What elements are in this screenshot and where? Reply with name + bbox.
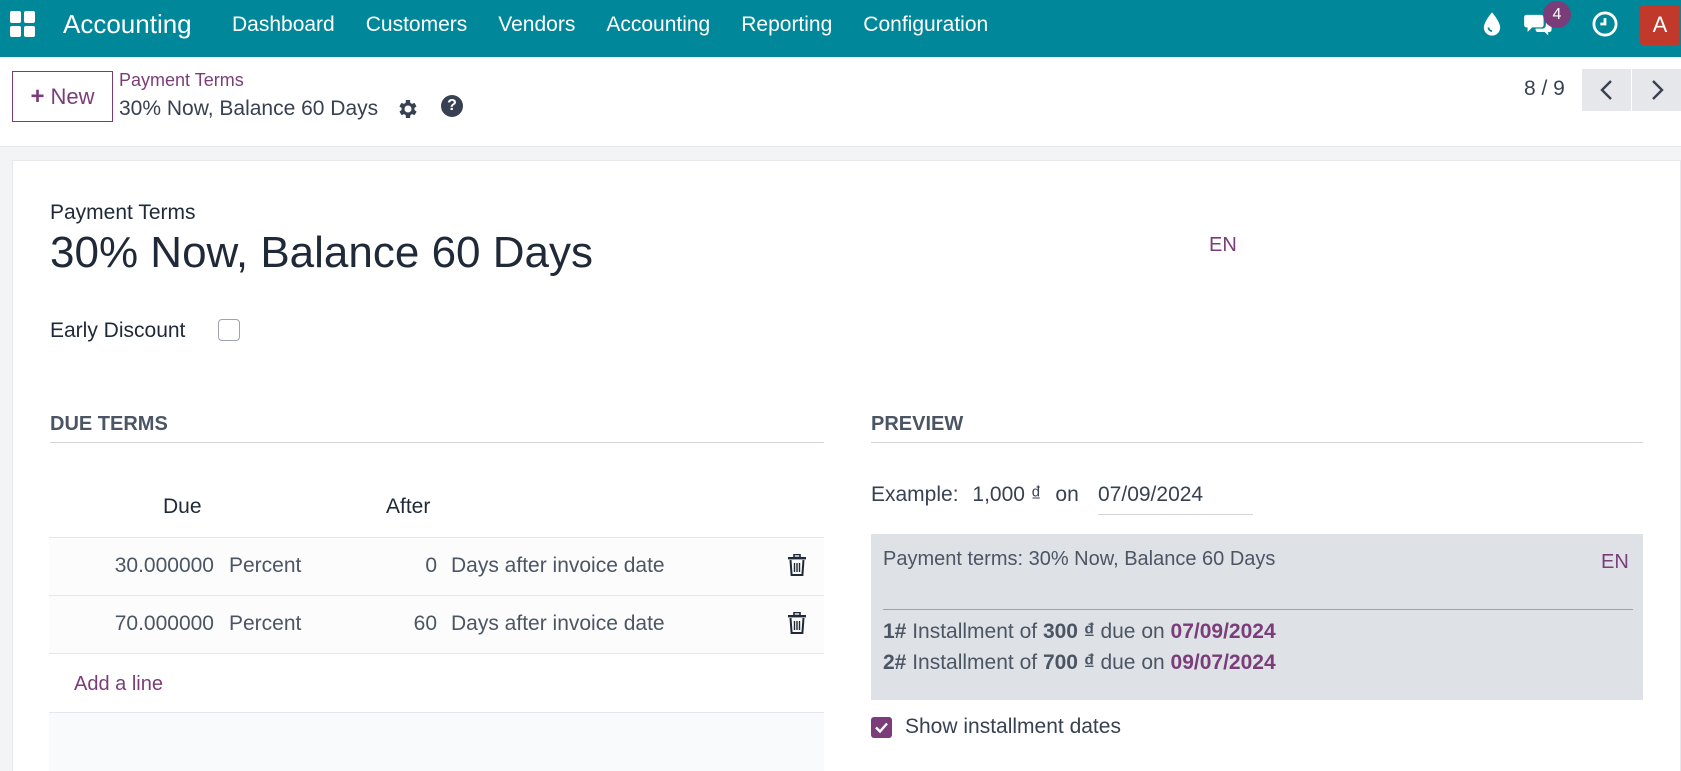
add-line-button[interactable]: Add a line [74,673,163,696]
breadcrumb-current: 30% Now, Balance 60 Days [119,97,379,120]
after-days[interactable]: 0 [349,554,437,578]
menu-accounting[interactable]: Accounting [606,13,710,37]
preview-box: Payment terms: 30% Now, Balance 60 Days … [871,534,1643,700]
installment-number: 2# [883,651,907,674]
installment-mid: due on [1100,620,1165,643]
preview-divider [871,442,1643,443]
example-amount[interactable]: 1,000 ₫ [972,483,1041,506]
show-installment-dates-label[interactable]: Show installment dates [905,715,1121,739]
installment-line: 2# Installment of 700 ₫ due on 09/07/202… [883,651,1276,675]
chevron-right-icon [1651,80,1664,100]
table-footer [49,712,824,771]
form-sheet: Payment Terms 30% Now, Balance 60 Days E… [12,160,1681,771]
add-line-row [49,653,824,711]
model-label: Payment Terms [50,201,196,224]
early-discount-checkbox[interactable] [218,319,240,341]
breadcrumb-payment-terms[interactable]: Payment Terms [119,70,244,91]
due-value[interactable]: 70.000000 [49,612,214,636]
new-button-label: New [50,83,95,109]
plus-icon: + [30,82,45,110]
installment-line: 1# Installment of 300 ₫ due on 07/09/202… [883,620,1276,644]
gear-icon[interactable] [396,97,420,121]
pager-value[interactable]: 8 / 9 [1524,77,1565,101]
due-terms-divider [50,442,824,443]
example-on-label: on [1055,483,1079,506]
app-title[interactable]: Accounting [63,9,192,40]
apps-menu-icon[interactable] [10,11,36,37]
due-value[interactable]: 30.000000 [49,554,214,578]
droplet-icon[interactable] [1478,10,1506,38]
messages-badge: 4 [1543,1,1571,28]
menu-customers[interactable]: Customers [366,13,468,37]
translate-language-button[interactable]: EN [1209,234,1237,257]
help-icon[interactable]: ? [441,95,463,117]
due-type[interactable]: Percent [229,554,301,578]
installment-amount: 300 ₫ [1042,620,1095,643]
early-discount-label: Early Discount [50,319,186,342]
menu-reporting[interactable]: Reporting [741,13,832,37]
trash-icon[interactable] [787,554,807,576]
menu-dashboard[interactable]: Dashboard [232,13,335,37]
main-menu: Dashboard Customers Vendors Accounting R… [232,13,1019,37]
example-date-input[interactable]: 07/09/2024 [1098,483,1253,515]
pager-previous-button[interactable] [1582,69,1631,111]
installment-amount: 700 ₫ [1042,651,1095,674]
example-label: Example: [871,483,959,506]
table-row[interactable]: 70.000000 Percent 60 Days after invoice … [49,595,824,653]
pager-next-button[interactable] [1632,69,1681,111]
installment-prefix: Installment of [912,620,1038,643]
installment-mid: due on [1100,651,1165,674]
chevron-left-icon [1599,80,1612,100]
installment-date: 09/07/2024 [1170,651,1276,674]
preview-separator [883,609,1633,610]
trash-icon[interactable] [787,612,807,634]
column-due[interactable]: Due [163,495,202,519]
preview-language-button[interactable]: EN [1601,551,1629,574]
example-row: Example: 1,000 ₫ on [871,483,1079,507]
control-panel: + New Payment Terms 30% Now, Balance 60 … [0,57,1681,147]
menu-configuration[interactable]: Configuration [863,13,988,37]
top-navbar: Accounting Dashboard Customers Vendors A… [0,0,1681,57]
show-installment-dates-checkbox[interactable] [871,717,892,738]
due-terms-title: DUE TERMS [50,413,168,435]
menu-vendors[interactable]: Vendors [498,13,575,37]
installment-date: 07/09/2024 [1170,620,1276,643]
table-row[interactable]: 30.000000 Percent 0 Days after invoice d… [49,537,824,595]
column-after[interactable]: After [386,495,430,519]
checkmark-icon [875,722,888,734]
delay-option[interactable]: Days after invoice date [451,554,665,578]
payment-term-name-field[interactable]: 30% Now, Balance 60 Days [50,228,593,278]
new-button[interactable]: + New [12,71,113,122]
installment-number: 1# [883,620,907,643]
preview-terms-text: Payment terms: 30% Now, Balance 60 Days [883,548,1276,570]
clock-icon[interactable] [1591,10,1619,38]
after-days[interactable]: 60 [349,612,437,636]
user-avatar[interactable]: A [1640,5,1680,45]
preview-title: PREVIEW [871,413,964,435]
due-type[interactable]: Percent [229,612,301,636]
delay-option[interactable]: Days after invoice date [451,612,665,636]
installment-prefix: Installment of [912,651,1038,674]
